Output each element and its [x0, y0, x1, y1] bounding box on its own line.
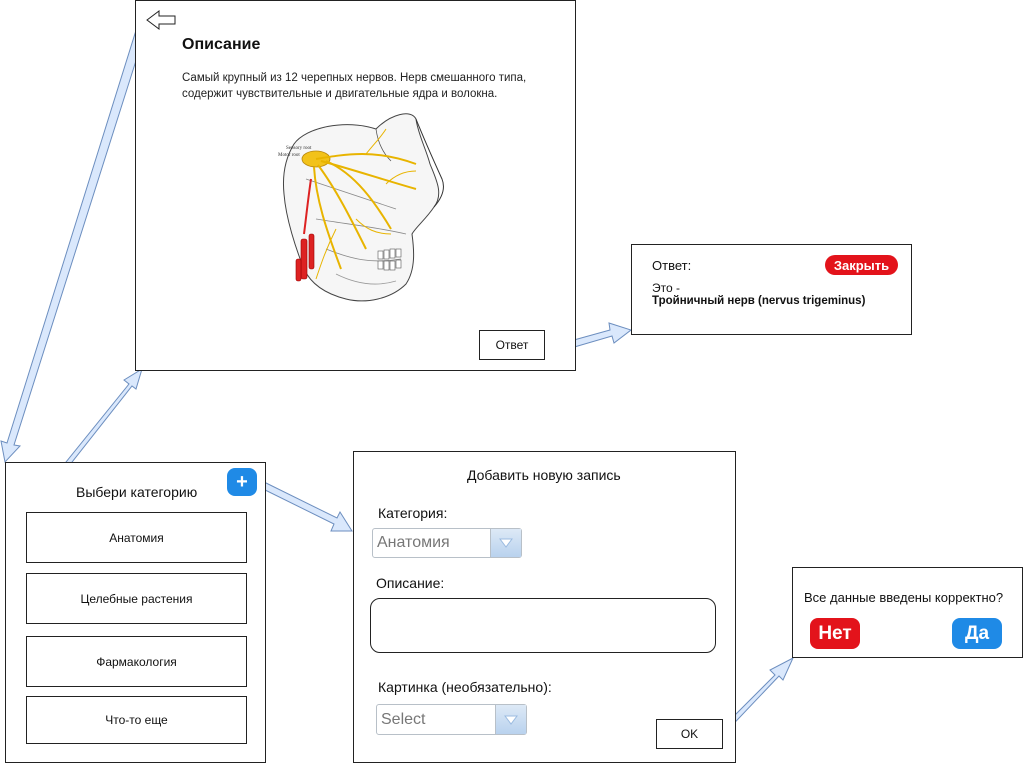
category-item-herbs[interactable]: Целебные растения — [26, 573, 247, 624]
category-item-pharmacology[interactable]: Фармакология — [26, 636, 247, 687]
add-entry-card: Добавить новую запись Категория: Анатоми… — [353, 451, 736, 763]
confirm-question: Все данные введены корректно? — [804, 590, 1004, 605]
back-arrow-icon[interactable] — [145, 9, 177, 31]
add-entry-title: Добавить новую запись — [467, 467, 621, 483]
answer-button[interactable]: Ответ — [479, 330, 545, 360]
yes-button[interactable]: Да — [952, 618, 1002, 649]
arrow-back-to-category — [0, 23, 148, 464]
picture-select-value: Select — [381, 710, 426, 728]
description-textarea[interactable] — [370, 598, 716, 653]
description-title: Описание — [182, 36, 261, 53]
ok-button[interactable]: OK — [656, 719, 723, 749]
category-item-anatomy[interactable]: Анатомия — [26, 512, 247, 563]
category-select[interactable]: Анатомия — [372, 528, 522, 558]
trigeminal-nerve-illustration: Sensory root Motor root — [266, 109, 458, 314]
description-text-line-2: содержит чувствительные и двигательные я… — [182, 88, 498, 100]
no-button[interactable]: Нет — [810, 618, 860, 649]
description-field-label: Описание: — [376, 575, 445, 591]
confirm-card: Все данные введены корректно? Нет Да — [792, 567, 1023, 658]
add-button[interactable]: + — [227, 468, 257, 496]
category-item-other[interactable]: Что-то еще — [26, 696, 247, 744]
close-button[interactable]: Закрыть — [825, 255, 898, 275]
plus-icon: + — [236, 471, 248, 493]
category-field-label: Категория: — [378, 505, 448, 521]
answer-card: Ответ: Закрыть Это - Тройничный нерв (ne… — [631, 244, 912, 335]
chevron-down-icon — [490, 529, 521, 557]
image-label-sensory: Sensory root — [286, 146, 312, 151]
arrow-add-to-form — [258, 480, 353, 532]
picture-field-label: Картинка (необязательно): — [378, 679, 552, 695]
category-title: Выбери категорию — [76, 484, 198, 500]
description-text-line-1: Самый крупный из 12 черепных нервов. Нер… — [182, 72, 527, 84]
image-label-motor: Motor root — [278, 153, 300, 158]
description-card: Описание Самый крупный из 12 черепных не… — [135, 0, 576, 371]
answer-value: Тройничный нерв (nervus trigeminus) — [652, 295, 866, 307]
picture-select[interactable]: Select — [376, 704, 527, 735]
category-select-value: Анатомия — [377, 534, 450, 551]
chevron-down-icon — [495, 705, 526, 734]
answer-label: Ответ: — [652, 258, 692, 273]
category-card: Выбери категорию + Анатомия Целебные рас… — [5, 462, 266, 763]
answer-prefix: Это - — [652, 281, 680, 295]
